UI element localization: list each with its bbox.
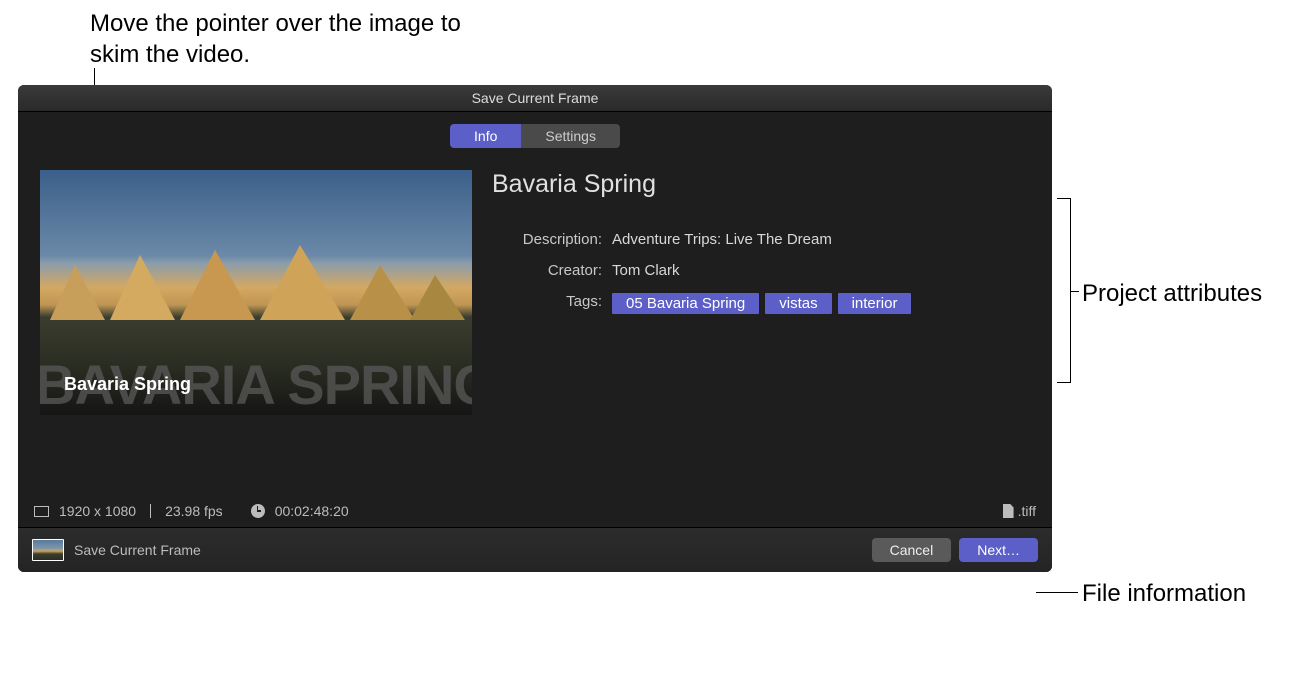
attr-row-creator: Creator: Tom Clark <box>492 262 1030 279</box>
tabs-row: Info Settings <box>18 112 1052 148</box>
status-duration: 00:02:48:20 <box>275 503 349 519</box>
callout-bracket <box>1057 198 1071 383</box>
export-window: Save Current Frame Info Settings BAVARIA… <box>18 85 1052 572</box>
tag-item[interactable]: interior <box>838 293 912 314</box>
tag-item[interactable]: 05 Bavaria Spring <box>612 293 759 314</box>
next-button[interactable]: Next… <box>959 538 1038 562</box>
status-fps: 23.98 fps <box>165 503 223 519</box>
attr-row-description: Description: Adventure Trips: Live The D… <box>492 231 1030 248</box>
attr-row-tags: Tags: 05 Bavaria Spring vistas interior <box>492 293 1030 314</box>
tab-info[interactable]: Info <box>450 124 521 148</box>
clock-icon <box>251 504 265 518</box>
creator-label: Creator: <box>492 262 612 279</box>
footer: Save Current Frame Cancel Next… <box>18 528 1052 572</box>
main-area: BAVARIA SPRING Bavaria Spring Bavaria Sp… <box>18 148 1052 495</box>
annotation-file-info: File information <box>1082 578 1246 609</box>
tag-item[interactable]: vistas <box>765 293 831 314</box>
tags-wrap: 05 Bavaria Spring vistas interior <box>612 293 932 314</box>
description-label: Description: <box>492 231 612 248</box>
status-right: .tiff <box>1003 503 1036 519</box>
tags-label: Tags: <box>492 293 612 314</box>
footer-right: Cancel Next… <box>872 538 1038 562</box>
callout-line <box>1036 592 1078 593</box>
mountain-graphic <box>40 260 472 320</box>
cancel-button[interactable]: Cancel <box>872 538 952 562</box>
status-left: 1920 x 1080 23.98 fps 00:02:48:20 <box>34 503 349 519</box>
separator <box>150 504 151 518</box>
window-title: Save Current Frame <box>18 85 1052 112</box>
description-value[interactable]: Adventure Trips: Live The Dream <box>612 231 1030 248</box>
tabs: Info Settings <box>450 124 620 148</box>
preview-thumbnail[interactable]: BAVARIA SPRING Bavaria Spring <box>40 170 472 415</box>
project-attributes: Bavaria Spring Description: Adventure Tr… <box>472 170 1030 415</box>
document-icon <box>1003 504 1014 518</box>
status-extension: .tiff <box>1018 503 1036 519</box>
footer-thumbnail <box>32 539 64 561</box>
annotation-skim: Move the pointer over the image to skim … <box>90 8 490 70</box>
status-bar: 1920 x 1080 23.98 fps 00:02:48:20 .tiff <box>18 495 1052 528</box>
tags-value[interactable]: 05 Bavaria Spring vistas interior <box>612 293 1030 314</box>
preview-overlay-small: Bavaria Spring <box>64 374 191 395</box>
tab-settings[interactable]: Settings <box>521 124 620 148</box>
dimensions-icon <box>34 506 49 517</box>
creator-value[interactable]: Tom Clark <box>612 262 1030 279</box>
status-dimensions: 1920 x 1080 <box>59 503 136 519</box>
project-title[interactable]: Bavaria Spring <box>492 170 1030 199</box>
annotation-attributes: Project attributes <box>1082 278 1262 309</box>
footer-left: Save Current Frame <box>32 539 201 561</box>
footer-title: Save Current Frame <box>74 542 201 558</box>
